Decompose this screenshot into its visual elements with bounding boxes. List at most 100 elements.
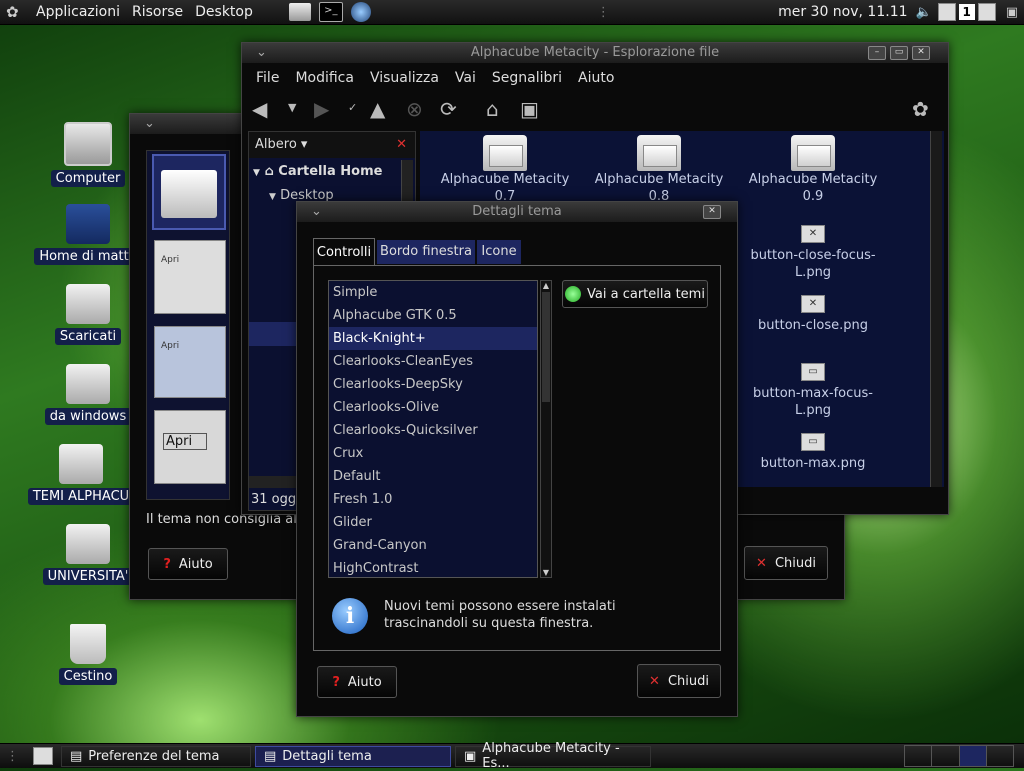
workspace-1[interactable] xyxy=(905,746,933,766)
scroll-down-icon[interactable]: ▼ xyxy=(541,568,551,577)
back-arrow-icon[interactable]: ◀ xyxy=(252,97,267,121)
file-button-close[interactable]: ✕ button-close.png xyxy=(738,295,888,334)
menu-applicazioni[interactable]: Applicazioni xyxy=(30,4,126,20)
menu-vai[interactable]: Vai xyxy=(455,70,476,86)
terminal-launcher-icon[interactable]: >_ xyxy=(318,2,343,22)
maximize-icon[interactable]: ▭ xyxy=(890,46,908,60)
menu-modifica[interactable]: Modifica xyxy=(295,70,354,86)
show-desktop-icon[interactable] xyxy=(33,747,53,765)
desktop-icon-cestino[interactable]: Cestino xyxy=(33,624,143,685)
theme-list-item[interactable]: Clearlooks-Olive xyxy=(329,396,537,419)
menu-desktop[interactable]: Desktop xyxy=(189,4,259,20)
details-close-button[interactable]: ✕ Chiudi xyxy=(637,664,721,698)
sidebar-close-icon[interactable]: ✕ xyxy=(396,132,407,158)
theme-list-item[interactable]: Glider xyxy=(329,511,537,534)
goto-themes-folder-button[interactable]: Vai a cartella temi xyxy=(562,280,708,308)
file-manager-launcher-icon[interactable] xyxy=(288,3,311,21)
theme-list-item[interactable]: Crux xyxy=(329,442,537,465)
details-help-button[interactable]: ? Aiuto xyxy=(317,666,397,698)
minimize-icon[interactable]: – xyxy=(868,46,886,60)
workspace-pager[interactable] xyxy=(904,745,1014,767)
file-manager-titlebar[interactable]: ⌄ Alphacube Metacity - Esplorazione file… xyxy=(242,43,948,63)
theme-preview-4[interactable]: Apri xyxy=(154,410,226,484)
tree-item-home[interactable]: ▼ ⌂ Cartella Home xyxy=(253,164,382,179)
prefs-help-button[interactable]: ? Aiuto xyxy=(148,548,228,580)
file-button-max-focus[interactable]: ▭ button-max-focus-L.png xyxy=(738,363,888,419)
help-icon: ? xyxy=(332,674,340,690)
theme-list-scrollbar[interactable]: ▲ ▼ xyxy=(540,280,552,578)
computer-icon[interactable]: ▣ xyxy=(520,97,539,121)
workspace-icon-a[interactable] xyxy=(937,3,956,21)
theme-list[interactable]: Simple Alphacube GTK 0.5 Black-Knight+ Clea… xyxy=(328,280,538,578)
theme-list-item[interactable]: Simple xyxy=(329,281,537,304)
home-icon[interactable]: ⌂ xyxy=(486,97,499,121)
theme-preview-selected[interactable] xyxy=(152,154,226,230)
workspace-4[interactable] xyxy=(987,746,1013,766)
theme-list-item[interactable]: Black-Knight+ xyxy=(329,327,537,350)
file-alphacube-07[interactable]: Alphacube Metacity 0.7 xyxy=(430,135,580,205)
workspace-2[interactable] xyxy=(932,746,960,766)
prefs-close-button[interactable]: ✕ Chiudi xyxy=(744,546,828,580)
panel-handle-icon: ⋮ xyxy=(596,4,610,20)
sidebar-mode-label: Albero xyxy=(255,137,297,152)
task-label: Dettagli tema xyxy=(282,748,372,764)
scroll-up-icon[interactable]: ▲ xyxy=(541,281,551,290)
window-menu-icon[interactable]: ⌄ xyxy=(144,116,155,131)
file-view-scrollbar[interactable] xyxy=(930,131,942,487)
tab-bordo-finestra[interactable]: Bordo finestra xyxy=(377,240,475,264)
theme-list-item[interactable]: Clearlooks-Quicksilver xyxy=(329,419,537,442)
forward-arrow-icon[interactable]: ▶ xyxy=(314,97,329,121)
expand-icon: ▼ xyxy=(253,168,260,178)
file-button-close-focus[interactable]: ✕ button-close-focus-L.png xyxy=(738,225,888,281)
desktop-icon-home[interactable]: Home di matte xyxy=(33,204,143,265)
menu-file[interactable]: File xyxy=(256,70,279,86)
task-preferenze-tema[interactable]: ▤ Preferenze del tema xyxy=(61,745,251,767)
file-alphacube-09[interactable]: Alphacube Metacity 0.9 xyxy=(738,135,888,205)
desktop-icon-temi[interactable]: TEMI ALPHACU xyxy=(26,444,136,505)
workspace-icon-b[interactable] xyxy=(977,3,996,21)
theme-list-item[interactable]: Grand-Canyon xyxy=(329,534,537,557)
menu-segnalibri[interactable]: Segnalibri xyxy=(492,70,562,86)
workspace-3[interactable] xyxy=(959,746,987,766)
home-icon: ⌂ xyxy=(264,164,274,179)
workspace-switcher[interactable]: 1 xyxy=(958,4,975,20)
network-icon[interactable]: ▣ xyxy=(1006,5,1018,20)
task-dettagli-tema[interactable]: ▤ Dettagli tema xyxy=(255,745,451,767)
theme-list-item[interactable]: Clearlooks-CleanEyes xyxy=(329,350,537,373)
desktop-icon-universita[interactable]: UNIVERSITA' xyxy=(33,524,143,585)
window-menu-icon[interactable]: ⌄ xyxy=(311,202,322,222)
theme-list-item[interactable]: Clearlooks-DeepSky xyxy=(329,373,537,396)
up-arrow-icon[interactable]: ▲ xyxy=(370,97,385,121)
forward-history-icon[interactable]: ✓ xyxy=(348,101,357,114)
tab-controlli[interactable]: Controlli xyxy=(313,238,375,266)
theme-preview-3[interactable]: Apri xyxy=(154,326,226,398)
sidebar-mode-select[interactable]: Albero ▾ ✕ xyxy=(249,132,415,158)
task-alphacube[interactable]: ▣ Alphacube Metacity - Es... xyxy=(455,741,651,771)
back-history-icon[interactable]: ▼ xyxy=(288,101,296,114)
theme-preview-2[interactable]: Apri xyxy=(154,240,226,314)
window-menu-icon[interactable]: ⌄ xyxy=(256,43,267,63)
desktop-icon-computer[interactable]: Computer xyxy=(33,122,143,187)
tab-icone[interactable]: Icone xyxy=(477,240,521,264)
browser-launcher-icon[interactable] xyxy=(350,2,371,22)
close-icon[interactable]: ✕ xyxy=(912,46,930,60)
menu-aiuto[interactable]: Aiuto xyxy=(578,70,614,86)
theme-list-item[interactable]: HighContrast xyxy=(329,557,537,577)
file-alphacube-08[interactable]: Alphacube Metacity 0.8 xyxy=(584,135,734,205)
panel-clock[interactable]: mer 30 nov, 11.11 xyxy=(778,4,907,20)
scroll-thumb[interactable] xyxy=(542,292,550,402)
close-icon[interactable]: ✕ xyxy=(703,205,721,219)
desktop-icon-scaricati[interactable]: Scaricati xyxy=(33,284,143,345)
file-button-max[interactable]: ▭ button-max.png xyxy=(738,433,888,472)
details-titlebar[interactable]: ⌄ Dettagli tema ✕ xyxy=(297,202,737,222)
reload-icon[interactable]: ⟳ xyxy=(440,97,457,121)
desktop-icon-da-windows[interactable]: da windows xyxy=(33,364,143,425)
stop-icon[interactable]: ⊗ xyxy=(406,97,423,121)
gnome-foot-icon[interactable]: ✿ xyxy=(6,3,26,21)
menu-risorse[interactable]: Risorse xyxy=(126,4,189,20)
theme-list-item[interactable]: Default xyxy=(329,465,537,488)
theme-list-item[interactable]: Alphacube GTK 0.5 xyxy=(329,304,537,327)
volume-icon[interactable]: 🔈 xyxy=(916,5,932,20)
theme-list-item[interactable]: Fresh 1.0 xyxy=(329,488,537,511)
menu-visualizza[interactable]: Visualizza xyxy=(370,70,439,86)
